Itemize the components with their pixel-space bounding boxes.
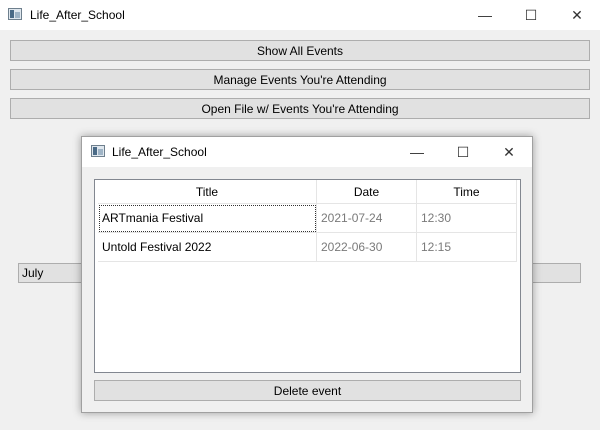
table-cell-date[interactable]: 2022-06-30 <box>317 233 417 262</box>
column-header-date[interactable]: Date <box>317 180 417 204</box>
table-cell-date[interactable]: 2021-07-24 <box>317 204 417 233</box>
table-cell-time[interactable]: 12:15 <box>417 233 517 262</box>
delete-event-button[interactable]: Delete event <box>94 380 521 401</box>
column-header-time[interactable]: Time <box>417 180 517 204</box>
open-file-button[interactable]: Open File w/ Events You're Attending <box>10 98 590 119</box>
dialog-title: Life_After_School <box>112 145 207 159</box>
dialog-close-icon[interactable]: ✕ <box>494 141 524 163</box>
maximize-icon[interactable]: ☐ <box>516 4 546 26</box>
show-all-events-button[interactable]: Show All Events <box>10 40 590 61</box>
table-cell-time[interactable]: 12:30 <box>417 204 517 233</box>
minimize-icon[interactable]: — <box>470 4 500 26</box>
manage-events-button[interactable]: Manage Events You're Attending <box>10 69 590 90</box>
events-table[interactable]: Title Date Time ARTmania Festival 2021-0… <box>94 179 521 373</box>
column-header-title[interactable]: Title <box>98 180 317 204</box>
dialog-maximize-icon[interactable]: ☐ <box>448 141 478 163</box>
table-header: Title Date Time <box>98 180 517 204</box>
main-titlebar[interactable]: Life_After_School — ☐ ✕ <box>0 0 600 30</box>
table-row[interactable]: ARTmania Festival 2021-07-24 12:30 <box>98 204 517 233</box>
dialog-titlebar[interactable]: Life_After_School — ☐ ✕ <box>82 137 532 167</box>
events-dialog: Life_After_School — ☐ ✕ Title Date Time … <box>81 136 533 413</box>
table-cell-title[interactable]: Untold Festival 2022 <box>98 233 317 262</box>
app-window-icon <box>8 8 22 20</box>
main-window-title: Life_After_School <box>30 8 125 22</box>
close-icon[interactable]: ✕ <box>562 4 592 26</box>
dialog-app-icon <box>91 145 105 157</box>
table-row[interactable]: Untold Festival 2022 2022-06-30 12:15 <box>98 233 517 262</box>
table-cell-title[interactable]: ARTmania Festival <box>98 204 317 233</box>
dialog-minimize-icon[interactable]: — <box>402 141 432 163</box>
